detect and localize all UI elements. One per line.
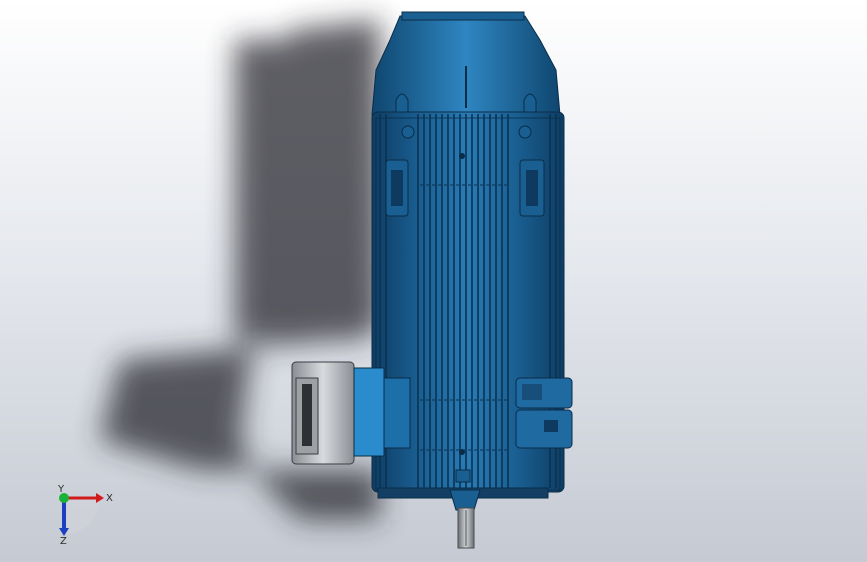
aux-terminal-boxes [515, 377, 573, 449]
x-axis-arrowhead [96, 493, 104, 503]
output-shaft [457, 507, 475, 549]
graphics-viewport[interactable]: X Y Z [0, 0, 867, 562]
y-axis-label: Y [57, 484, 65, 495]
mounting-base [377, 487, 549, 511]
orientation-triad[interactable]: X Y Z [40, 478, 120, 548]
z-axis-label: Z [60, 536, 67, 547]
fan-cover [371, 11, 561, 116]
motor-3d-model[interactable] [0, 0, 867, 562]
x-axis-label: X [106, 493, 113, 504]
